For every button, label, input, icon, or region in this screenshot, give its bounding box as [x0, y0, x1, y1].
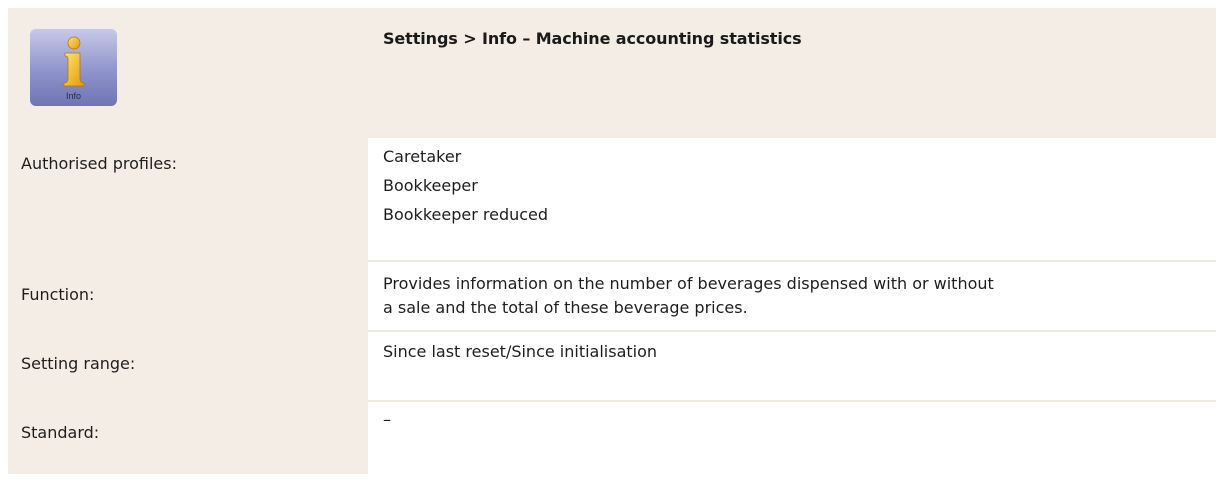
- value-setting-range: Since last reset/Since initialisation: [383, 340, 657, 364]
- settings-info-table: Info Settings > Info – Machine accountin…: [8, 8, 1216, 474]
- label-setting-range: Setting range:: [21, 354, 136, 373]
- row-separator: [368, 330, 1216, 332]
- page-title: Settings > Info – Machine accounting sta…: [383, 29, 802, 48]
- setting-range-text: Since last reset/Since initialisation: [383, 342, 658, 361]
- label-standard: Standard:: [21, 423, 100, 442]
- label-authorised-profiles: Authorised profiles:: [21, 154, 177, 173]
- value-function: Provides information on the number of be…: [383, 272, 994, 320]
- profile-item: Caretaker: [383, 147, 462, 166]
- row-separator: [368, 400, 1216, 402]
- value-standard: –: [383, 408, 391, 432]
- header-band: Info Settings > Info – Machine accountin…: [8, 8, 1216, 138]
- label-function: Function:: [21, 285, 95, 304]
- info-tile-button[interactable]: Info: [30, 28, 117, 106]
- function-line: a sale and the total of these beverage p…: [383, 298, 748, 317]
- row-separator: [368, 260, 1216, 262]
- info-tile-caption: Info: [65, 91, 81, 101]
- standard-text: –: [383, 410, 391, 429]
- value-authorised-profiles: Caretaker Bookkeeper Bookkeeper reduced: [383, 145, 548, 227]
- profile-item: Bookkeeper: [383, 176, 478, 195]
- function-line: Provides information on the number of be…: [383, 274, 994, 293]
- profile-item: Bookkeeper reduced: [383, 205, 549, 224]
